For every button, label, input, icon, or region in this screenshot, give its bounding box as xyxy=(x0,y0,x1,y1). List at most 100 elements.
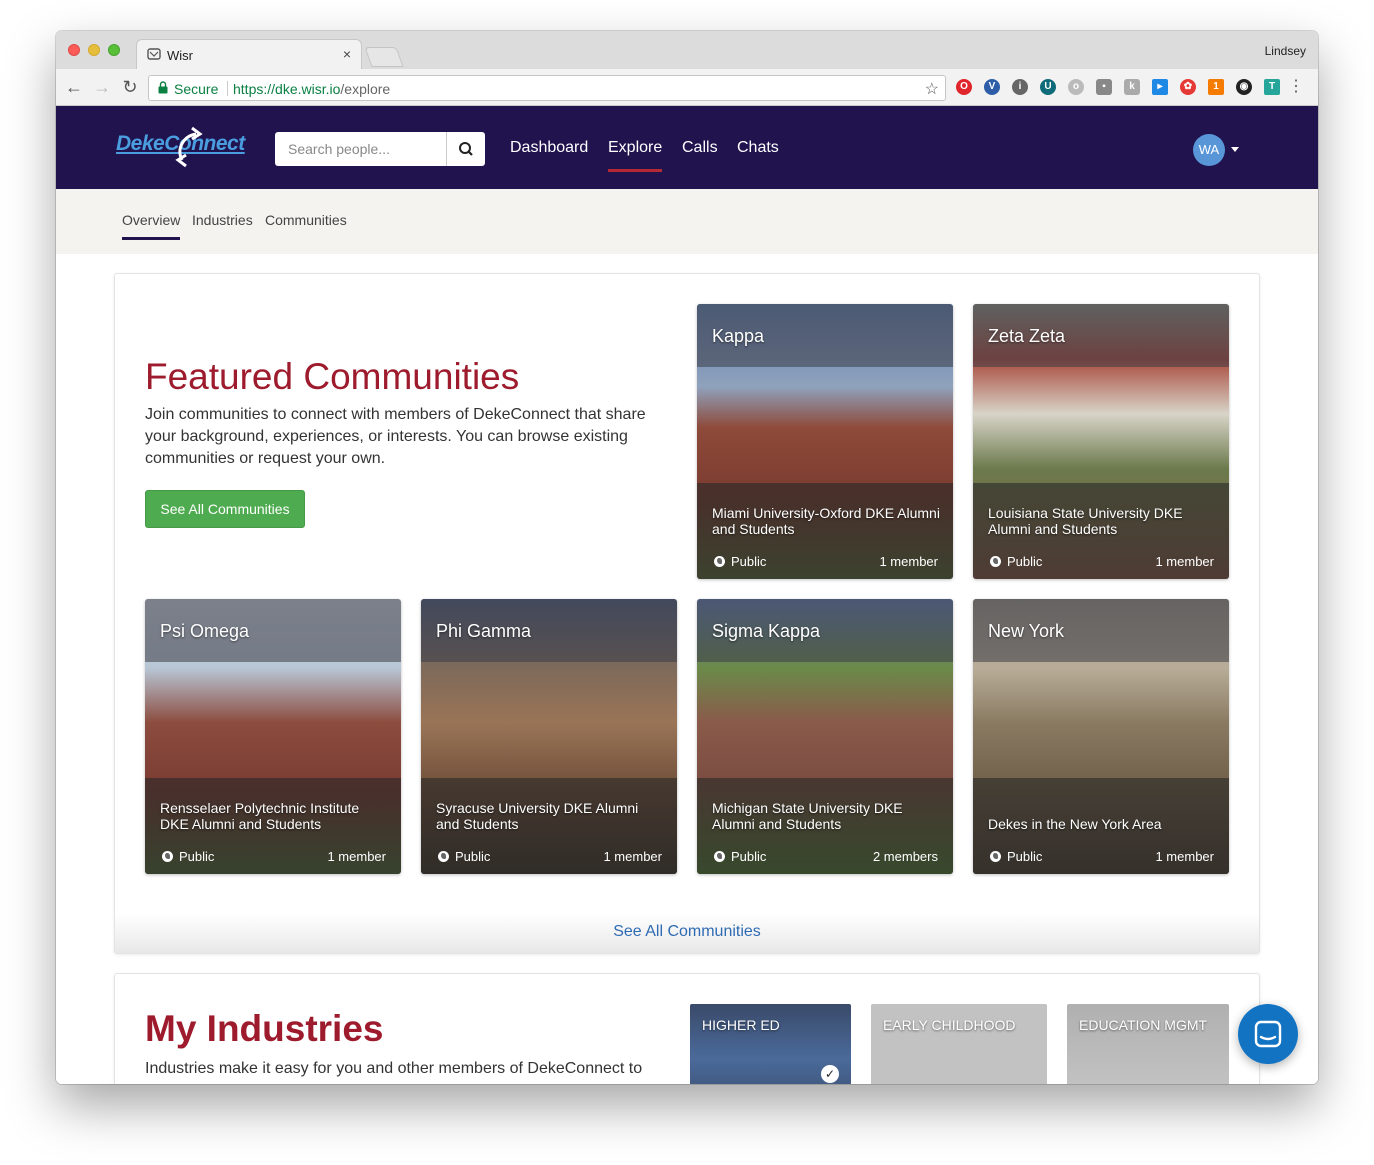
community-member-count: 1 member xyxy=(1155,554,1214,569)
address-bar[interactable]: Secure https://dke.wisr.io/explore ☆ xyxy=(148,75,946,101)
maximize-window-button[interactable] xyxy=(108,44,120,56)
chat-icon xyxy=(1254,1020,1282,1048)
checkmark-icon: ✓ xyxy=(821,1065,839,1083)
community-name: New York xyxy=(988,621,1065,641)
community-description: Louisiana State University DKE Alumni an… xyxy=(988,505,1183,537)
community-card[interactable]: Zeta Zeta Louisiana State University DKE… xyxy=(973,304,1229,579)
privacy-label: Public xyxy=(179,849,215,864)
community-privacy: Public xyxy=(438,849,490,864)
industry-label: EDUCATION MGMT xyxy=(1079,1017,1208,1033)
back-arrow-icon[interactable]: ← xyxy=(64,77,84,97)
community-privacy: Public xyxy=(990,849,1042,864)
minimize-window-button[interactable] xyxy=(88,44,100,56)
community-card[interactable]: New York Dekes in the New York Area Publ… xyxy=(973,599,1229,874)
community-card[interactable]: Phi Gamma Syracuse University DKE Alumni… xyxy=(421,599,677,874)
nav-explore[interactable]: Explore xyxy=(608,139,663,172)
dark-extension-icon[interactable]: ◉ xyxy=(1236,79,1252,95)
info-extension-icon[interactable]: i xyxy=(1012,79,1028,95)
privacy-label: Public xyxy=(1007,849,1043,864)
chevron-down-icon[interactable] xyxy=(1231,147,1239,152)
reload-icon[interactable]: ↻ xyxy=(120,77,140,97)
see-all-communities-button[interactable]: See All Communities xyxy=(145,490,305,528)
close-window-button[interactable] xyxy=(68,44,80,56)
featured-communities-panel: Featured Communities Join communities to… xyxy=(114,273,1260,954)
my-industries-description: Industries make it easy for you and othe… xyxy=(145,1060,643,1077)
grey-extension-icon[interactable]: o xyxy=(1068,79,1084,95)
url-path: /explore xyxy=(340,81,391,97)
community-name: Sigma Kappa xyxy=(712,621,821,641)
industry-tile[interactable]: EARLY CHILDHOOD xyxy=(871,1004,1047,1084)
tab-close-icon[interactable]: × xyxy=(343,46,351,62)
search-input[interactable] xyxy=(275,132,446,166)
tab-title: Wisr xyxy=(167,48,193,63)
browser-toolbar: ← → ↻ Secure https://dke.wisr.io/explore… xyxy=(56,69,1318,106)
community-privacy: Public xyxy=(714,554,766,569)
privacy-label: Public xyxy=(731,554,767,569)
people-search xyxy=(275,132,485,166)
community-description: Dekes in the New York Area xyxy=(988,816,1162,832)
my-industries-title: My Industries xyxy=(145,1008,384,1049)
lock-icon xyxy=(158,81,168,94)
community-name: Kappa xyxy=(712,326,765,346)
globe-icon xyxy=(162,851,173,862)
nav-calls[interactable]: Calls xyxy=(682,139,718,157)
notify-extension-icon[interactable]: 1 xyxy=(1208,79,1224,95)
t-extension-icon[interactable]: T xyxy=(1264,79,1280,95)
u-extension-icon[interactable]: U xyxy=(1040,79,1056,95)
browser-tab[interactable]: Wisr × xyxy=(136,39,362,69)
vpn-extension-icon[interactable]: V xyxy=(984,79,1000,95)
community-member-count: 1 member xyxy=(603,849,662,864)
search-icon xyxy=(459,142,473,156)
tab-strip: Wisr × Lindsey xyxy=(56,31,1318,69)
url-host: dke.wisr.io xyxy=(275,81,341,97)
privacy-label: Public xyxy=(731,849,767,864)
privacy-label: Public xyxy=(1007,554,1043,569)
industry-tile[interactable]: EDUCATION MGMT xyxy=(1067,1004,1229,1084)
community-description: Syracuse University DKE Alumni and Stude… xyxy=(436,800,639,832)
url-text: https://dke.wisr.io/explore xyxy=(233,81,390,97)
featured-footer: See All Communities xyxy=(115,913,1259,953)
nav-dashboard[interactable]: Dashboard xyxy=(510,139,588,157)
industry-label: HIGHER ED xyxy=(702,1017,780,1033)
media-extension-icon[interactable]: ▸ xyxy=(1152,79,1168,95)
subnav-industries[interactable]: Industries xyxy=(192,212,253,228)
logo-arrows-icon xyxy=(175,126,203,168)
nav-chats[interactable]: Chats xyxy=(737,139,779,157)
square-extension-icon[interactable]: ▪ xyxy=(1096,79,1112,95)
opera-extension-icon[interactable]: O xyxy=(956,79,972,95)
color-extension-icon[interactable]: ✿ xyxy=(1180,79,1196,95)
k-extension-icon[interactable]: k xyxy=(1124,79,1140,95)
globe-icon xyxy=(990,556,1001,567)
subnav-communities[interactable]: Communities xyxy=(265,212,347,228)
community-card[interactable]: Psi Omega Rensselaer Polytechnic Institu… xyxy=(145,599,401,874)
community-name: Zeta Zeta xyxy=(988,326,1066,346)
page-viewport: DekeConnect Dashboard Explore Calls Chat… xyxy=(56,106,1318,1084)
see-all-communities-link[interactable]: See All Communities xyxy=(115,923,1259,941)
industry-label: EARLY CHILDHOOD xyxy=(883,1017,1016,1033)
profile-name[interactable]: Lindsey xyxy=(1265,44,1306,58)
secure-label: Secure xyxy=(174,81,219,97)
new-tab-button[interactable] xyxy=(364,47,404,67)
browser-menu-icon[interactable]: ⋮ xyxy=(1288,77,1304,97)
search-button[interactable] xyxy=(446,132,485,166)
url-scheme: https:// xyxy=(233,81,276,97)
community-card[interactable]: Sigma Kappa Michigan State University DK… xyxy=(697,599,953,874)
subnav-overview[interactable]: Overview xyxy=(122,212,181,240)
my-industries-panel: My Industries Industries make it easy fo… xyxy=(114,973,1260,1084)
community-card[interactable]: Kappa Miami University-Oxford DKE Alumni… xyxy=(697,304,953,579)
community-privacy: Public xyxy=(714,849,766,864)
globe-icon xyxy=(714,556,725,567)
featured-communities-description: Join communities to connect with members… xyxy=(145,406,646,467)
community-member-count: 1 member xyxy=(327,849,386,864)
privacy-label: Public xyxy=(455,849,491,864)
user-avatar[interactable]: WA xyxy=(1193,134,1225,166)
explore-content: Featured Communities Join communities to… xyxy=(56,254,1318,1084)
industry-tile[interactable]: HIGHER ED ✓ xyxy=(690,1004,851,1084)
community-member-count: 1 member xyxy=(879,554,938,569)
community-name: Phi Gamma xyxy=(436,621,532,641)
bookmark-star-icon[interactable]: ☆ xyxy=(925,79,939,99)
app-header: DekeConnect Dashboard Explore Calls Chat… xyxy=(56,106,1318,189)
chat-launcher-button[interactable] xyxy=(1238,1004,1298,1064)
forward-arrow-icon[interactable]: → xyxy=(92,77,112,97)
featured-communities-title: Featured Communities xyxy=(145,356,520,397)
